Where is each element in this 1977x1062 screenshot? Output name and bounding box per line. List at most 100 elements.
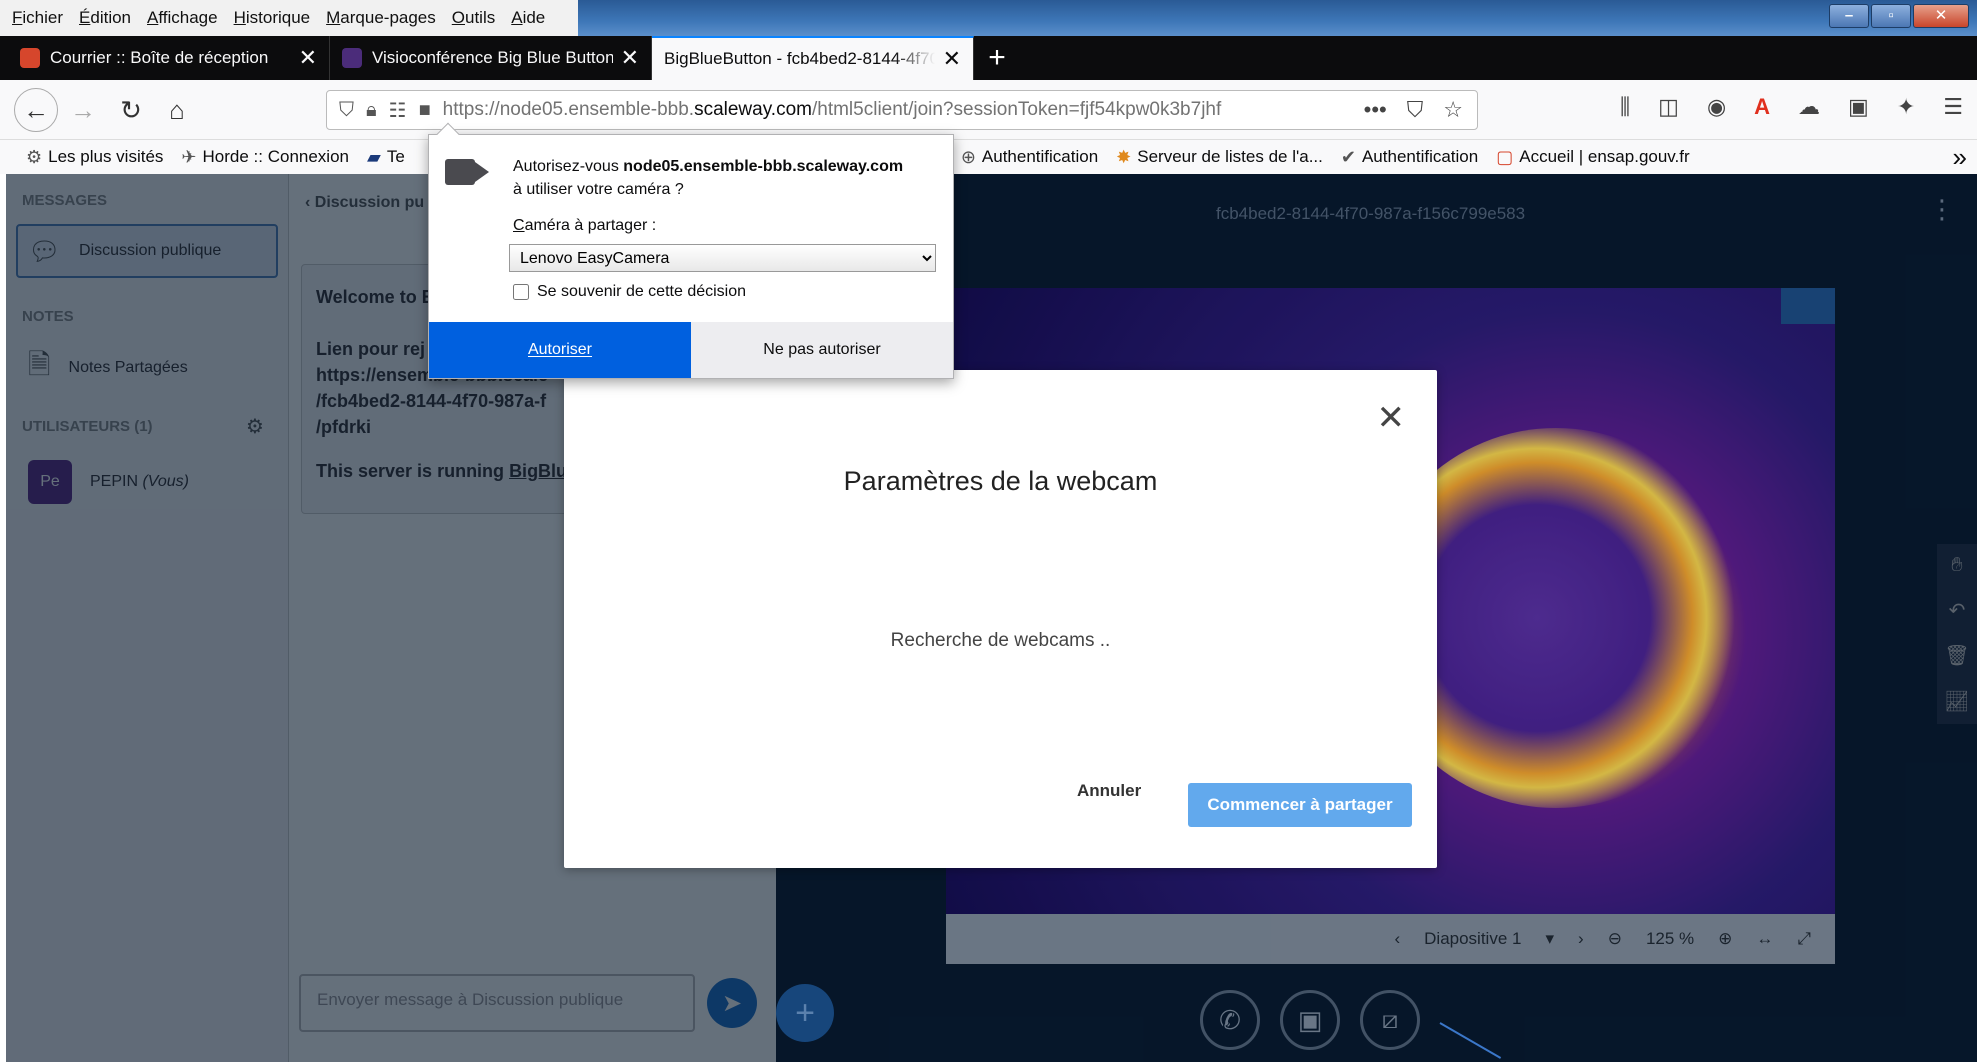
deny-label: Ne pas autoriser: [763, 341, 881, 358]
url-host-main: scaleway.com: [694, 99, 812, 120]
menu-list: Fichier Édition Affichage Historique Mar…: [0, 0, 578, 36]
url-actions: ••• ⛉ ☆: [1364, 97, 1463, 123]
bookmark-label: Serveur de listes de l'a...: [1137, 147, 1323, 166]
maximize-button[interactable]: ▫: [1871, 4, 1911, 28]
modal-title: Paramètres de la webcam: [843, 466, 1158, 496]
nav-bar: ← → ↻ ⌂ ⛉ 🔒︎ ☷ ■ https://node05.ensemble…: [0, 80, 1977, 140]
webcam-search-status: Recherche de webcams ..: [890, 630, 1111, 651]
globe-icon: ⊕: [960, 146, 976, 167]
deny-button[interactable]: Ne pas autoriser: [691, 322, 953, 378]
bookmark-item[interactable]: ⊕ Authentification: [961, 147, 1098, 168]
new-tab-button[interactable]: +: [974, 36, 1020, 80]
tab-title: Visioconférence Big Blue Button: [372, 48, 613, 67]
camera-icon: [445, 159, 475, 185]
menu-affichage[interactable]: Affichage: [147, 8, 218, 28]
star-icon: ✸: [1116, 146, 1132, 167]
forward-button[interactable]: →: [64, 91, 102, 129]
cloud-icon[interactable]: ☁: [1798, 94, 1820, 120]
tab-courrier[interactable]: Courrier :: Boîte de réception ✕: [8, 36, 330, 80]
bookmark-label: Accueil | ensap.gouv.fr: [1519, 147, 1690, 166]
remember-decision[interactable]: Se souvenir de cette décision: [513, 283, 746, 301]
tab-bar: Courrier :: Boîte de réception ✕ Visioco…: [0, 36, 1977, 80]
url-bar[interactable]: ⛉ 🔒︎ ☷ ■ https://node05.ensemble-bbb.sca…: [326, 90, 1478, 130]
arrow-right-icon: →: [70, 94, 96, 125]
bookmark-item[interactable]: ✸ Serveur de listes de l'a...: [1116, 147, 1323, 168]
menu-marque-pages[interactable]: Marque-pages: [326, 8, 436, 28]
bookmark-item[interactable]: ✔ Authentification: [1341, 147, 1478, 168]
library-icon[interactable]: ⫼: [1620, 94, 1630, 120]
acrobat-icon[interactable]: A: [1754, 94, 1770, 120]
camera-select[interactable]: Lenovo EasyCamera: [509, 244, 936, 272]
bookmark-item[interactable]: ⚙ Les plus visités: [26, 147, 163, 168]
camera-permission-popup: Autorisez-vous node05.ensemble-bbb.scale…: [428, 122, 954, 379]
close-icon[interactable]: ✕: [943, 46, 961, 72]
webcam-settings-modal: ✕ Paramètres de la webcam Recherche de w…: [564, 370, 1437, 868]
star-icon[interactable]: ☆: [1443, 97, 1463, 123]
window-controls: – ▫ ✕: [1829, 4, 1969, 28]
permission-question: Autorisez-vous node05.ensemble-bbb.scale…: [513, 155, 943, 201]
toolbar-icons: ⫼ ◫ ◉ A ☁ ▣ ✦ ☰: [1620, 94, 1963, 120]
bookmark-item[interactable]: ▢ Accueil | ensap.gouv.fr: [1496, 147, 1689, 168]
home-icon: ⌂: [169, 94, 185, 125]
bookmark-item[interactable]: ▰ Te: [367, 147, 405, 168]
close-icon[interactable]: ✕: [299, 45, 317, 71]
question-prefix: Autorisez-vous: [513, 158, 624, 175]
gear-icon: ⚙: [26, 146, 43, 167]
url-path: /html5client/join?sessionToken=fjf54kpw0…: [811, 99, 1222, 120]
hamburger-menu-icon[interactable]: ☰: [1943, 94, 1963, 120]
mail-favicon-icon: [20, 48, 40, 68]
bookmark-label: Te: [386, 147, 405, 166]
pocket-icon[interactable]: ⛉: [1407, 97, 1424, 123]
url-text[interactable]: https://node05.ensemble-bbb.scaleway.com…: [443, 99, 1222, 121]
menu-outils[interactable]: Outils: [452, 8, 495, 28]
camera-icon[interactable]: ■: [419, 99, 431, 122]
menu-historique[interactable]: Historique: [234, 8, 311, 28]
reload-icon: ↻: [120, 94, 142, 125]
cancel-button[interactable]: Annuler: [1077, 781, 1141, 801]
shield-icon[interactable]: ⛉: [339, 99, 354, 122]
requesting-host: node05.ensemble-bbb.scaleway.com: [623, 158, 904, 175]
allow-button[interactable]: Autoriser: [429, 322, 691, 378]
bookmark-label: Les plus visités: [48, 147, 164, 166]
bookmark-label: Horde :: Connexion: [202, 147, 349, 166]
bbb-favicon-icon: [342, 48, 362, 68]
sidebar-icon[interactable]: ◫: [1658, 94, 1679, 120]
reload-button[interactable]: ↻: [112, 91, 150, 129]
tab-visioconference[interactable]: Visioconférence Big Blue Button ✕: [330, 36, 652, 80]
start-sharing-button[interactable]: Commencer à partager: [1188, 783, 1412, 827]
extension-icon[interactable]: ▣: [1848, 94, 1869, 120]
menu-edition[interactable]: Édition: [79, 8, 131, 28]
url-host-prefix: https://node05.ensemble-bbb.: [442, 99, 695, 120]
camera-select-label: Caméra à partager :: [513, 217, 657, 234]
permissions-icon[interactable]: ☷: [389, 98, 407, 123]
tab-title: Courrier :: Boîte de réception: [50, 48, 269, 67]
bookmark-item[interactable]: ✈ Horde :: Connexion: [181, 147, 349, 168]
home-button[interactable]: ⌂: [158, 91, 196, 129]
modal-close-icon[interactable]: ✕: [1377, 398, 1406, 438]
minimize-button[interactable]: –: [1829, 4, 1869, 28]
tab-title: BigBlueButton - fcb4bed2-8144-4f70: [664, 49, 935, 68]
question-suffix: à utiliser votre caméra ?: [513, 181, 684, 198]
horde-icon: ✈: [181, 146, 197, 167]
bookmark-icon: ▰: [367, 146, 381, 167]
window-close-button[interactable]: ✕: [1913, 4, 1969, 28]
permission-buttons: Autoriser Ne pas autoriser: [429, 322, 953, 378]
lock-icon[interactable]: 🔒︎: [366, 99, 377, 122]
back-button[interactable]: ←: [14, 88, 58, 132]
bookmarks-bar: ⚙ Les plus visités ✈ Horde :: Connexion ▰ T…: [0, 140, 1977, 174]
remember-checkbox[interactable]: [513, 284, 529, 300]
menu-bar: Fichier Édition Affichage Historique Mar…: [0, 0, 1977, 36]
menu-aide[interactable]: Aide: [511, 8, 545, 28]
tab-bigbluebutton[interactable]: BigBlueButton - fcb4bed2-8144-4f70 ✕: [652, 36, 974, 80]
bookmark-label: Authentification: [981, 147, 1099, 166]
arrow-left-icon: ←: [23, 94, 49, 125]
check-icon: ✔: [1340, 146, 1356, 167]
chevron-more-icon[interactable]: »: [1953, 142, 1967, 173]
puzzle-icon[interactable]: ✦: [1897, 94, 1915, 120]
bookmark-label: Authentification: [1361, 147, 1479, 166]
page-icon: ▢: [1496, 146, 1514, 167]
close-icon[interactable]: ✕: [621, 45, 639, 71]
more-icon[interactable]: •••: [1364, 97, 1387, 123]
account-icon[interactable]: ◉: [1707, 94, 1726, 120]
menu-fichier[interactable]: Fichier: [12, 8, 63, 28]
